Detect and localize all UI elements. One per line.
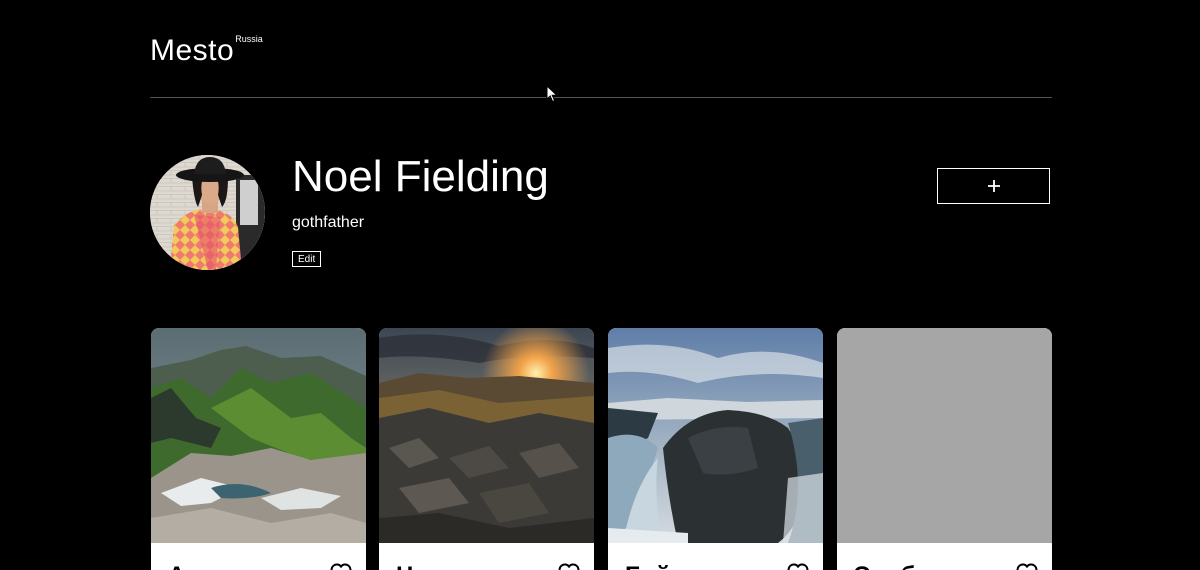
logo: Mesto Russia — [150, 33, 263, 69]
avatar[interactable] — [150, 155, 265, 270]
card-title: Байкал — [625, 562, 775, 570]
card: Нурпин — [379, 328, 594, 570]
edit-profile-button[interactable]: Edit — [292, 251, 322, 267]
profile-name: Noel Fielding — [292, 152, 549, 201]
profile: Noel Fielding gothfather Edit — [150, 152, 1052, 271]
cards-grid: Архыз — [151, 328, 1052, 570]
card: Байкал — [608, 328, 823, 570]
card-image[interactable] — [151, 328, 366, 543]
heart-icon — [330, 563, 352, 570]
avatar-image — [150, 155, 265, 270]
card: Архыз — [151, 328, 366, 570]
logo-text: Mesto — [150, 34, 235, 67]
like-button[interactable] — [558, 563, 580, 570]
like-button[interactable] — [787, 563, 809, 570]
card-footer: Архыз — [151, 543, 366, 570]
add-card-button[interactable] — [937, 168, 1050, 204]
card-title: Эльбрус — [854, 562, 1004, 570]
like-button[interactable] — [1016, 563, 1038, 570]
plus-icon — [987, 180, 1000, 192]
mouse-cursor-icon — [546, 85, 558, 103]
card-footer: Байкал — [608, 543, 823, 570]
heart-icon — [1016, 563, 1038, 570]
header: Mesto Russia — [150, 0, 1052, 98]
card-image[interactable] — [608, 328, 823, 543]
card-title: Архыз — [168, 562, 318, 570]
heart-icon — [558, 563, 580, 570]
card-image[interactable] — [379, 328, 594, 543]
heart-icon — [787, 563, 809, 570]
page: Mesto Russia Noel Fielding gothfather Ed… — [0, 0, 1200, 570]
logo-suffix: Russia — [235, 34, 263, 44]
card-footer: Нурпин — [379, 543, 594, 570]
like-button[interactable] — [330, 563, 352, 570]
card: Эльбрус — [837, 328, 1052, 570]
card-image[interactable] — [837, 328, 1052, 543]
card-title: Нурпин — [396, 562, 546, 570]
profile-about: gothfather — [292, 214, 365, 231]
card-footer: Эльбрус — [837, 543, 1052, 570]
